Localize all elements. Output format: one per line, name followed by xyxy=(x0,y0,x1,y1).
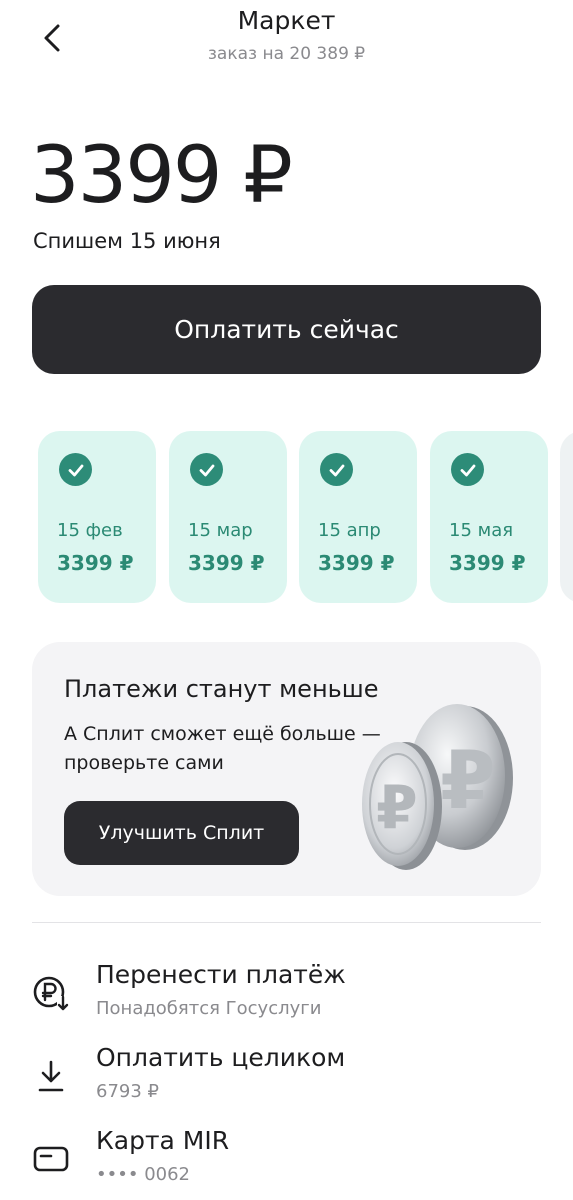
pay-now-button[interactable]: Оплатить сейчас xyxy=(32,285,541,374)
payment-sum: 3399 ₽ xyxy=(318,551,395,575)
payment-card[interactable]: 15 фев 3399 ₽ xyxy=(38,431,156,603)
promo-banner: Платежи станут меньше А Сплит сможет ещё… xyxy=(32,642,541,896)
check-icon xyxy=(190,453,223,486)
row-subtitle: Понадобятся Госуслуги xyxy=(96,998,322,1019)
payment-amount: 3399 ₽ xyxy=(30,131,293,221)
promo-title: Платежи станут меньше xyxy=(64,675,379,703)
payment-sum: 3399 ₽ xyxy=(188,551,265,575)
payment-card[interactable]: 15 мая 3399 ₽ xyxy=(430,431,548,603)
payment-date: 15 мая xyxy=(449,520,514,541)
payment-card-partial[interactable] xyxy=(560,431,573,603)
improve-split-button[interactable]: Улучшить Сплит xyxy=(64,801,299,865)
transfer-payment-item[interactable]: Перенести платёж Понадобятся Госуслуги xyxy=(32,960,552,1030)
row-title: Перенести платёж xyxy=(96,960,346,989)
row-title: Оплатить целиком xyxy=(96,1043,346,1072)
row-title: Карта MIR xyxy=(96,1126,230,1155)
payment-schedule: 15 фев 3399 ₽ 15 мар 3399 ₽ 15 апр 3399 … xyxy=(38,431,573,605)
row-subtitle: 6793 ₽ xyxy=(96,1081,159,1102)
payment-date: 15 фев xyxy=(57,520,123,541)
row-subtitle: •••• 0062 xyxy=(96,1164,190,1185)
check-icon xyxy=(59,453,92,486)
due-date-text: Спишем 15 июня xyxy=(33,229,221,253)
payment-date: 15 мар xyxy=(188,520,253,541)
download-icon xyxy=(32,1057,70,1095)
svg-text:₽: ₽ xyxy=(376,773,418,843)
payment-card[interactable]: 15 апр 3399 ₽ xyxy=(299,431,417,603)
svg-text:₽: ₽ xyxy=(440,734,496,827)
payment-sum: 3399 ₽ xyxy=(449,551,526,575)
ruble-coins-illustration: ₽ ₽ xyxy=(362,704,513,870)
card-mir-item[interactable]: Карта MIR •••• 0062 xyxy=(32,1126,552,1196)
ruble-transfer-icon xyxy=(32,974,70,1012)
check-icon xyxy=(320,453,353,486)
check-icon xyxy=(451,453,484,486)
payment-date: 15 апр xyxy=(318,520,381,541)
header: Маркет заказ на 20 389 ₽ xyxy=(0,0,573,80)
card-icon xyxy=(32,1140,70,1178)
page-title: Маркет xyxy=(237,6,336,35)
divider xyxy=(32,922,541,923)
payment-sum: 3399 ₽ xyxy=(57,551,134,575)
payment-card[interactable]: 15 мар 3399 ₽ xyxy=(169,431,287,603)
order-subtitle: заказ на 20 389 ₽ xyxy=(207,44,366,64)
pay-in-full-item[interactable]: Оплатить целиком 6793 ₽ xyxy=(32,1043,552,1113)
